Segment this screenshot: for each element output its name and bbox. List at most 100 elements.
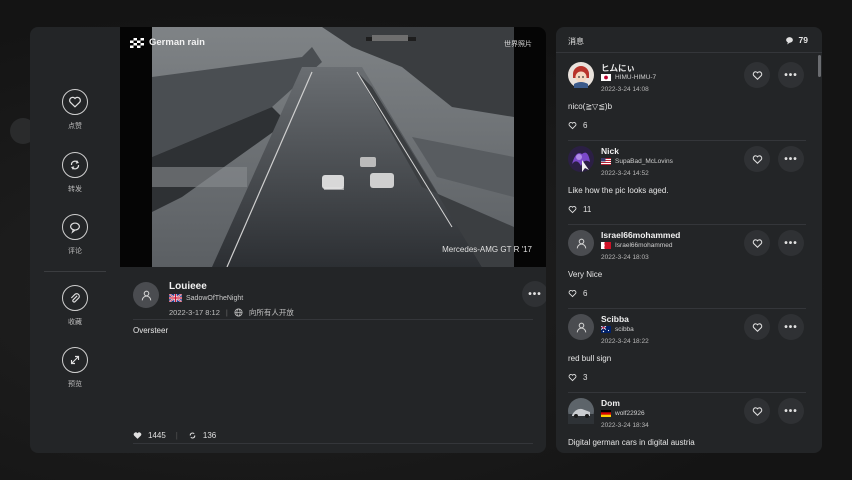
car-model-label: Mercedes-AMG GT R '17 bbox=[442, 245, 532, 254]
preview-action[interactable]: 预览 bbox=[30, 347, 120, 389]
comment-like-count: 11 bbox=[583, 205, 592, 214]
heart-icon bbox=[752, 238, 762, 248]
post-date: 2022-3-17 8:12 bbox=[169, 308, 220, 317]
repost-action-label: 转发 bbox=[68, 186, 82, 193]
commenter-handle: SupaBad_McLovins bbox=[615, 158, 673, 165]
photo-title-text: German rain bbox=[149, 37, 205, 48]
commenter-handle-row: scibba bbox=[601, 326, 634, 333]
comment-item: Nick SupaBad_McLovins 2022-3-24 14:52 Li… bbox=[568, 146, 808, 230]
preview-action-label: 预览 bbox=[68, 381, 82, 388]
avatar[interactable] bbox=[568, 146, 594, 177]
comment-like-button[interactable] bbox=[744, 230, 770, 256]
heart-icon[interactable] bbox=[62, 89, 88, 115]
post-stats: 1445 | 136 bbox=[133, 431, 216, 440]
heart-icon bbox=[568, 374, 577, 382]
comment-text: Very Nice bbox=[568, 270, 603, 279]
commenter-handle-row: SupaBad_McLovins bbox=[601, 158, 673, 165]
like-count: 1445 bbox=[148, 431, 166, 440]
repost-icon bbox=[189, 432, 196, 439]
photo-title: German rain bbox=[130, 37, 205, 48]
commenter-handle-row: HIMU-HIMU-7 bbox=[601, 74, 656, 81]
divider bbox=[133, 443, 533, 444]
avatar[interactable] bbox=[568, 398, 594, 429]
comment-like-button[interactable] bbox=[744, 62, 770, 88]
purple-avatar-image bbox=[568, 146, 594, 172]
more-icon: ••• bbox=[784, 237, 798, 249]
scrollbar[interactable] bbox=[818, 55, 821, 77]
comment-item: Israel66mohammed Israel66mohammed 2022-3… bbox=[568, 230, 808, 314]
more-icon: ••• bbox=[784, 321, 798, 333]
heart-icon bbox=[568, 122, 577, 130]
comment-likes: 11 bbox=[568, 205, 591, 214]
comment-like-button[interactable] bbox=[744, 146, 770, 172]
comment-count: 79 bbox=[785, 35, 808, 45]
comment-action[interactable]: 评论 bbox=[30, 214, 120, 256]
commenter-name[interactable]: ヒムにぃ bbox=[601, 62, 635, 74]
heart-icon bbox=[568, 206, 577, 214]
comment-like-button[interactable] bbox=[744, 398, 770, 424]
comment-text: nico(≧▽≦)b bbox=[568, 102, 613, 111]
comment-more-button[interactable]: ••• bbox=[778, 314, 804, 340]
avatar[interactable] bbox=[568, 230, 594, 256]
comment-time: 2022-3-24 18:34 bbox=[601, 422, 649, 429]
car-avatar-image bbox=[568, 398, 594, 424]
author-avatar[interactable] bbox=[133, 282, 159, 308]
divider bbox=[133, 319, 533, 320]
photo-viewer[interactable]: German rain 世界照片 Mercedes-AMG GT R '17 bbox=[120, 27, 546, 267]
favorite-action[interactable]: 收藏 bbox=[30, 285, 120, 327]
like-action[interactable]: 点赞 bbox=[30, 89, 120, 131]
comment-time: 2022-3-24 18:22 bbox=[601, 338, 649, 345]
commenter-handle-row: wolf22926 bbox=[601, 410, 645, 417]
repost-count: 136 bbox=[202, 431, 217, 440]
commenter-name[interactable]: Scibba bbox=[601, 314, 629, 324]
expand-icon[interactable] bbox=[62, 347, 88, 373]
comment-more-button[interactable]: ••• bbox=[778, 398, 804, 424]
author-handle-row: SadowOfTheNight bbox=[169, 294, 243, 302]
japan-flag-icon bbox=[601, 74, 611, 81]
divider bbox=[568, 308, 806, 309]
comment-more-button[interactable]: ••• bbox=[778, 146, 804, 172]
uk-flag-icon bbox=[169, 294, 182, 302]
checkered-flag-icon bbox=[130, 37, 144, 48]
more-icon: ••• bbox=[528, 288, 542, 300]
comment-time: 2022-3-24 14:52 bbox=[601, 170, 649, 177]
action-rail: 点赞 转发 评论 收藏 预览 bbox=[30, 27, 120, 453]
commenter-handle: wolf22926 bbox=[615, 410, 645, 417]
author-info: Louieee SadowOfTheNight 2022-3-17 8:12 |… bbox=[133, 281, 546, 321]
photo-category-tag[interactable]: 世界照片 bbox=[504, 39, 532, 49]
comment-time: 2022-3-24 18:03 bbox=[601, 254, 649, 261]
comment-like-button[interactable] bbox=[744, 314, 770, 340]
post-more-button[interactable]: ••• bbox=[522, 281, 546, 307]
comment-likes: 3 bbox=[568, 373, 587, 382]
commenter-name[interactable]: Dom bbox=[601, 398, 620, 408]
comment-icon[interactable] bbox=[62, 214, 88, 240]
comments-panel: 消息 79 ヒムにぃ HIMU-HIMU-7 2022-3-24 14:08 n… bbox=[556, 27, 822, 453]
comments-header: 消息 79 bbox=[556, 27, 822, 53]
commenter-name[interactable]: Nick bbox=[601, 146, 619, 156]
heart-icon bbox=[752, 70, 762, 80]
comment-more-button[interactable]: ••• bbox=[778, 62, 804, 88]
germany-flag-icon bbox=[601, 410, 611, 417]
usa-flag-icon bbox=[601, 158, 611, 165]
comment-likes: 6 bbox=[568, 289, 587, 298]
comment-more-button[interactable]: ••• bbox=[778, 230, 804, 256]
bahrain-flag-icon bbox=[601, 242, 611, 249]
avatar[interactable] bbox=[568, 62, 594, 93]
comment-like-count: 6 bbox=[583, 121, 588, 130]
paperclip-icon[interactable] bbox=[62, 285, 88, 311]
comment-like-count: 3 bbox=[583, 373, 588, 382]
divider bbox=[568, 392, 806, 393]
favorite-action-label: 收藏 bbox=[68, 319, 82, 326]
repost-action[interactable]: 转发 bbox=[30, 152, 120, 194]
heart-icon bbox=[752, 406, 762, 416]
user-icon bbox=[141, 290, 151, 300]
meta-separator: | bbox=[225, 308, 228, 317]
heart-icon bbox=[752, 322, 762, 332]
commenter-name[interactable]: Israel66mohammed bbox=[601, 230, 680, 240]
avatar[interactable] bbox=[568, 314, 594, 340]
race-photo bbox=[152, 27, 514, 267]
author-name[interactable]: Louieee bbox=[169, 281, 207, 292]
repost-icon[interactable] bbox=[62, 152, 88, 178]
heart-icon bbox=[133, 432, 142, 439]
commenter-handle: Israel66mohammed bbox=[615, 242, 673, 249]
